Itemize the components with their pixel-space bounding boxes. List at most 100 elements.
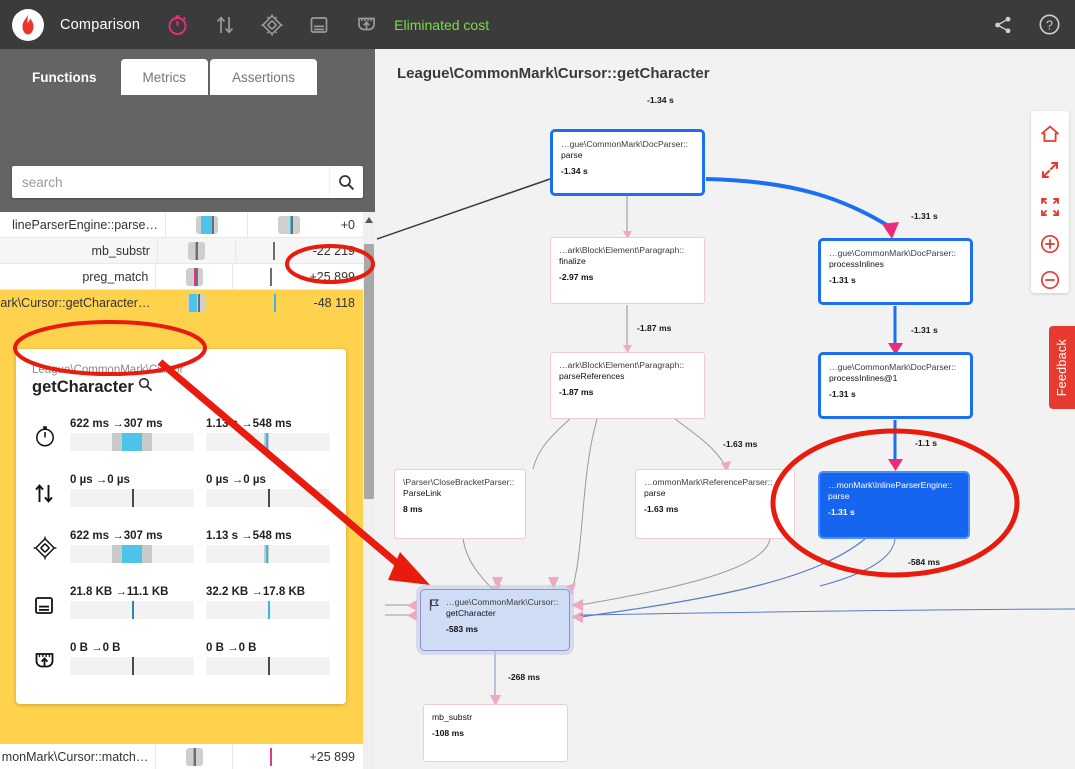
share-icon[interactable] <box>989 11 1017 39</box>
metric-row-io: 0 µs →0 µs 0 µs →0 µs <box>32 463 330 507</box>
edge-label: -1.1 s <box>915 438 937 448</box>
metric-track <box>206 489 330 507</box>
table-row-selected[interactable]: …ark\Cursor::getCharacter -48 118 <box>0 290 363 316</box>
metric-label: 21.8 KB →11.1 KB <box>70 586 169 598</box>
search-input[interactable] <box>12 167 329 197</box>
metric-track <box>70 545 194 563</box>
metric-bar-cpu <box>232 743 309 769</box>
node-namespace: …gue\CommonMark\DocParser:: <box>561 139 689 149</box>
expand-diagonal-icon[interactable] <box>1037 158 1063 184</box>
tab-functions-label: Functions <box>32 69 97 85</box>
table-row[interactable]: …monMark\Cursor::match +25 899 <box>0 743 363 769</box>
edge-label: -1.63 ms <box>723 439 758 449</box>
node-namespace: …ark\Block\Element\Paragraph:: <box>559 360 685 370</box>
table-row[interactable]: preg_match +25 899 <box>0 263 363 290</box>
metric-label: 32.2 KB →17.8 KB <box>206 586 306 598</box>
graph-node-closebracketparser-parselink[interactable]: \Parser\CloseBracketParser:: ParseLink 8… <box>394 469 526 539</box>
node-namespace: \Parser\CloseBracketParser:: <box>403 477 515 487</box>
network-icon[interactable] <box>352 11 380 39</box>
graph-node-mb-substr[interactable]: mb_substr -108 ms <box>423 704 568 762</box>
metric-bar-wall <box>156 237 235 264</box>
flame-logo-icon[interactable] <box>12 8 44 41</box>
cpu-chip-icon[interactable] <box>258 11 286 39</box>
table-row[interactable]: mb_substr -22 219 <box>0 237 363 264</box>
home-icon[interactable] <box>1037 121 1063 147</box>
tab-assertions[interactable]: Assertions <box>210 59 318 95</box>
node-function: parse <box>561 150 583 160</box>
graph-node-referenceparser-parse[interactable]: …ommonMark\ReferenceParser:: parse -1.63… <box>635 469 795 539</box>
node-value: -1.63 ms <box>644 504 679 514</box>
zoom-in-icon[interactable] <box>1037 231 1063 257</box>
caret-up-icon[interactable] <box>363 212 375 228</box>
node-value: -108 ms <box>432 728 465 738</box>
function-name: mb_substr <box>91 243 150 258</box>
node-function: parseReferences <box>559 371 625 381</box>
stopwatch-icon <box>32 407 70 451</box>
eliminated-cost-label: Eliminated cost <box>394 16 490 33</box>
graph-node-docparser-parse[interactable]: …gue\CommonMark\DocParser:: parse -1.34 … <box>550 129 705 196</box>
tab-metrics-label: Metrics <box>142 69 187 85</box>
metric-bar-cpu <box>234 237 313 264</box>
tab-assertions-label: Assertions <box>232 69 296 85</box>
delta-value: +0 <box>340 217 355 232</box>
node-value: -1.31 s <box>828 507 855 517</box>
graph-node-paragraph-finalize[interactable]: …ark\Block\Element\Paragraph:: finalize … <box>550 237 705 304</box>
metric-label: 0 B →0 B <box>70 642 121 654</box>
metric-toggle-group <box>164 11 380 39</box>
top-toolbar: Comparison Eliminated cost ? <box>0 0 1075 49</box>
delta-value: -48 118 <box>313 296 355 310</box>
node-value: -1.31 s <box>829 275 856 285</box>
node-value: 8 ms <box>403 504 423 514</box>
graph-node-processinlines[interactable]: …gue\CommonMark\DocParser:: processInlin… <box>818 238 973 305</box>
node-function: parse <box>828 491 850 501</box>
feedback-tab[interactable]: Feedback <box>1049 326 1075 409</box>
node-namespace: …gue\CommonMark\DocParser:: <box>829 362 957 372</box>
zoom-out-icon[interactable] <box>1037 267 1063 293</box>
delta-value: +25 899 <box>309 269 355 284</box>
list-scrollbar[interactable] <box>363 212 375 769</box>
graph-node-inlineparserengine-parse[interactable]: …monMark\InlineParserEngine:: parse -1.3… <box>818 471 970 539</box>
metric-track <box>70 489 194 507</box>
scrollbar-thumb[interactable] <box>364 244 374 499</box>
edge-label: -1.31 s <box>911 325 938 335</box>
details-function-name: getCharacter <box>32 378 134 396</box>
node-function: getCharacter <box>446 608 496 618</box>
metric-track <box>206 601 330 619</box>
metric-label: 0 µs →0 µs <box>70 474 130 486</box>
node-function: finalize <box>559 256 586 266</box>
search-icon[interactable] <box>329 166 363 198</box>
tab-metrics[interactable]: Metrics <box>120 59 208 95</box>
edge-label: -268 ms <box>508 672 541 682</box>
metric-bar-wall <box>157 290 235 316</box>
edge-label: -1.34 s <box>647 95 674 105</box>
edge-label: -1.87 ms <box>637 323 672 333</box>
help-question-icon[interactable]: ? <box>1035 11 1063 39</box>
function-name: …monMark\Cursor::match <box>1 749 149 764</box>
tab-functions[interactable]: Functions <box>10 59 119 95</box>
node-namespace: …gue\CommonMark\Cursor:: <box>446 597 559 607</box>
graph-node-paragraph-parsereferences[interactable]: …ark\Block\Element\Paragraph:: parseRefe… <box>550 352 705 419</box>
table-row[interactable]: …lineParserEngine::parse +0 <box>0 212 363 238</box>
memory-icon <box>32 575 70 619</box>
graph-node-cursor-getcharacter-selected[interactable]: …gue\CommonMark\Cursor:: getCharacter -5… <box>420 589 570 651</box>
metric-track <box>70 657 194 675</box>
graph-node-processinlines-1[interactable]: …gue\CommonMark\DocParser:: processInlin… <box>818 352 973 419</box>
metric-bar-cpu <box>232 263 309 290</box>
graph-tool-rail <box>1031 111 1069 293</box>
node-namespace: …ommonMark\ReferenceParser:: <box>644 477 773 487</box>
metric-label: 0 B →0 B <box>206 642 257 654</box>
details-metrics: 622 ms →307 ms 1.13 s →548 ms 0 µs →0 µs… <box>32 407 330 675</box>
metric-track <box>70 433 194 451</box>
metric-bar-wall <box>165 212 247 238</box>
io-arrows-icon[interactable] <box>211 11 239 39</box>
details-namespace: League\CommonMark\Cursor <box>32 364 184 376</box>
left-panel: Functions Metrics Assertions …lineParser… <box>0 49 375 769</box>
stopwatch-icon[interactable] <box>164 11 192 39</box>
memory-icon[interactable] <box>305 11 333 39</box>
fit-screen-icon[interactable] <box>1037 194 1063 220</box>
magnifier-icon[interactable] <box>138 377 153 397</box>
metric-label: 1.13 s →548 ms <box>206 418 292 430</box>
function-details-card: League\CommonMark\Cursor getCharacter 62… <box>16 349 346 704</box>
details-function-row: getCharacter <box>32 377 330 397</box>
delta-value: -22 219 <box>312 243 355 258</box>
